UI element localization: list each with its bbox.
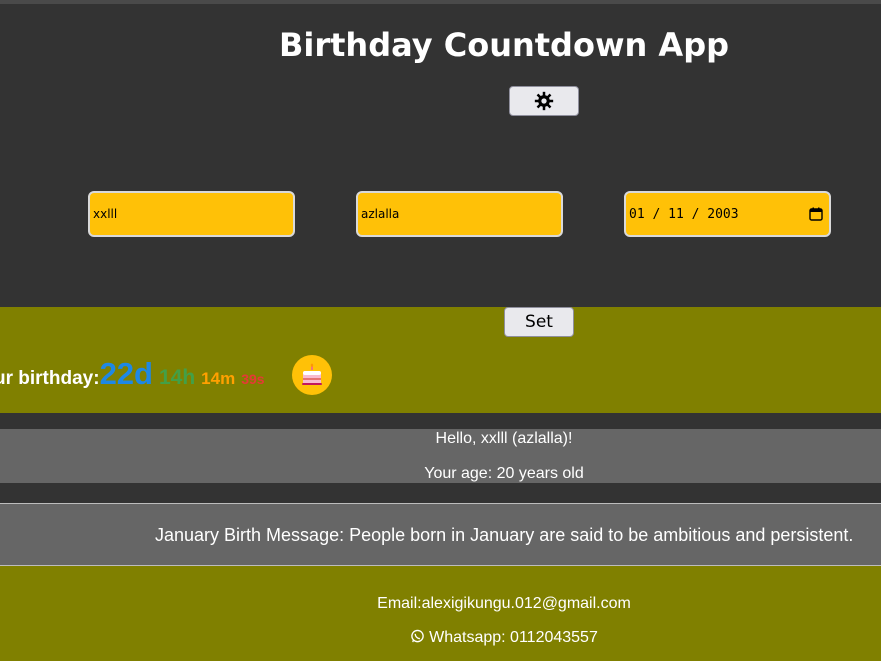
greeting-text: Hello, xxlll (azlalla)! [435,430,573,447]
countdown-label: ur birthday: [0,368,100,389]
theme-toggle-button[interactable] [509,86,579,116]
footer-whatsapp-text: Whatsapp: 0112043557 [429,629,598,646]
nickname-input-value: azlalla [361,207,400,221]
whatsapp-icon [411,629,424,643]
nickname-input[interactable]: azlalla [356,191,563,237]
birthdate-input-value: 01 / 11 / 2003 [629,206,739,222]
page-title: Birthday Countdown App [278,26,729,64]
cake-icon [292,355,332,395]
top-border [0,0,881,4]
name-input-value: xxlll [93,207,118,221]
footer-whatsapp: Whatsapp: 0112043557 [0,629,881,647]
age-text: Your age: 20 years old [424,465,584,482]
countdown-seconds: 39s [241,371,265,387]
set-button[interactable]: Set [504,307,574,337]
name-input[interactable]: xxlll [88,191,295,237]
birthdate-input[interactable]: 01 / 11 / 2003 [624,191,831,237]
countdown-minutes: 14m [201,369,236,388]
gear-icon [534,91,554,111]
birth-message-text: January Birth Message: People born in Ja… [155,525,854,545]
footer-email: Email:alexigikungu.012@gmail.com [377,595,631,612]
footer: Email:alexigikungu.012@gmail.com Whatsap… [0,566,881,661]
countdown-days: 22d [99,356,153,391]
countdown-display: ur birthday: 22d 14h 14m 39s [0,356,265,396]
calendar-icon[interactable] [809,207,823,221]
greeting-box: Hello, xxlll (azlalla)! Your age: 20 yea… [0,429,881,483]
birth-message-box: January Birth Message: People born in Ja… [0,503,881,566]
countdown-hours: 14h [158,366,196,389]
